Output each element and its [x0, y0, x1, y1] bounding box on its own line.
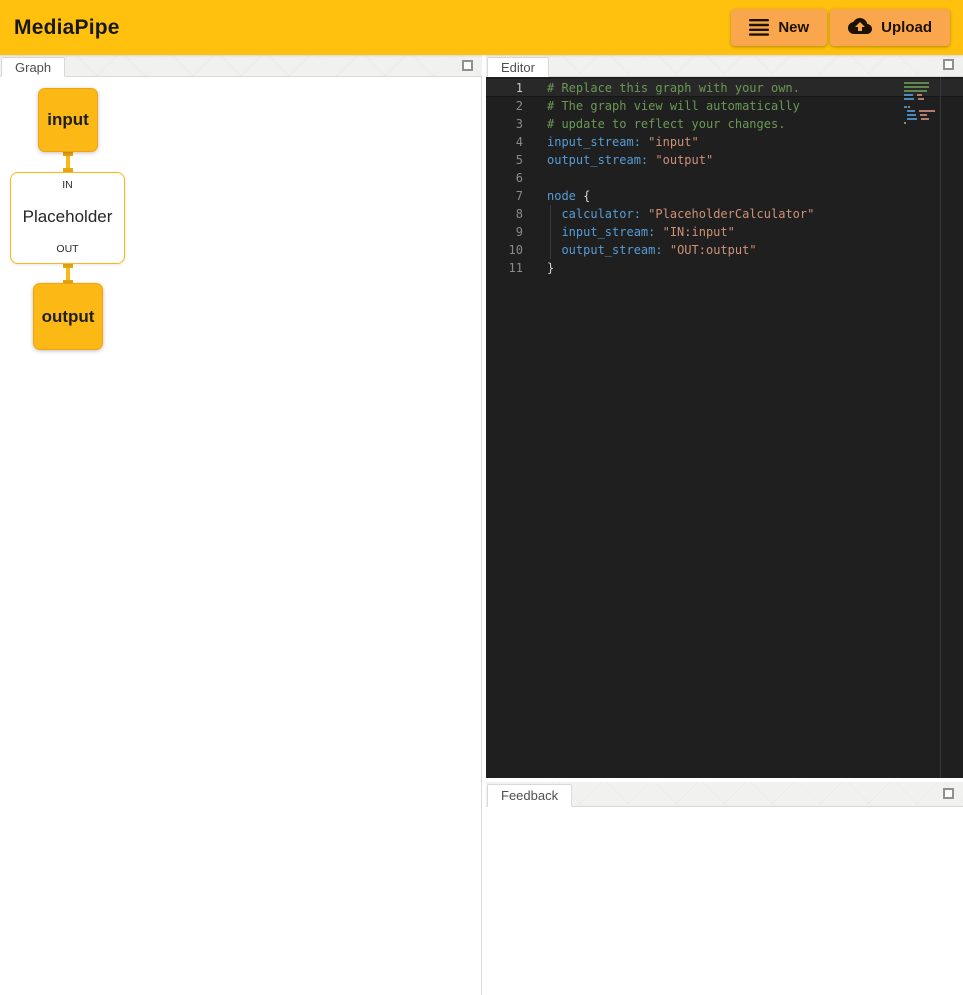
graph-tabstrip: Graph	[0, 55, 482, 77]
code-line: 2# The graph view will automatically	[486, 97, 963, 115]
code-line: 10 output_stream: "OUT:output"	[486, 241, 963, 259]
code-line: 5output_stream: "output"	[486, 151, 963, 169]
code-lines: 1# Replace this graph with your own.2# T…	[486, 79, 963, 277]
app-header: MediaPipe New Upload	[0, 0, 963, 55]
upload-button-label: Upload	[881, 19, 932, 36]
code-line: 8 calculator: "PlaceholderCalculator"	[486, 205, 963, 223]
graph-maximize-icon[interactable]	[462, 60, 473, 71]
feedback-content	[486, 807, 963, 995]
node-input[interactable]: input	[38, 88, 98, 152]
port-in-label: IN	[62, 179, 73, 191]
header-actions: New Upload	[731, 9, 950, 46]
editor-tabstrip: Editor	[486, 55, 963, 77]
app-title: MediaPipe	[14, 16, 120, 40]
new-button-label: New	[778, 19, 809, 36]
editor-maximize-icon[interactable]	[943, 59, 954, 70]
reorder-icon	[749, 19, 769, 36]
feedback-tabstrip: Feedback	[486, 782, 963, 807]
feedback-maximize-icon[interactable]	[943, 788, 954, 799]
node-output[interactable]: output	[33, 283, 103, 350]
code-line: 1# Replace this graph with your own.	[486, 79, 963, 97]
cloud-upload-icon	[848, 18, 872, 38]
new-button[interactable]: New	[731, 9, 827, 46]
overview-ruler	[940, 77, 941, 778]
feedback-panel: Feedback	[486, 782, 963, 995]
node-output-label: output	[42, 307, 95, 327]
code-line: 11}	[486, 259, 963, 277]
port-out-label: OUT	[56, 243, 78, 255]
graph-panel: Graph input IN Placeholder OUT output	[0, 55, 482, 995]
tab-graph[interactable]: Graph	[1, 57, 65, 77]
minimap[interactable]	[904, 82, 938, 126]
node-placeholder[interactable]: IN Placeholder OUT	[10, 172, 125, 264]
upload-button[interactable]: Upload	[830, 9, 950, 46]
code-line: 6	[486, 169, 963, 187]
node-placeholder-label: Placeholder	[23, 207, 113, 227]
editor-panel: Editor 1# Replace this graph with your o…	[486, 55, 963, 778]
code-line: 7node {	[486, 187, 963, 205]
code-line: 4input_stream: "input"	[486, 133, 963, 151]
tab-feedback[interactable]: Feedback	[487, 784, 572, 807]
tab-editor[interactable]: Editor	[487, 57, 549, 77]
code-line: 3# update to reflect your changes.	[486, 115, 963, 133]
code-editor[interactable]: 1# Replace this graph with your own.2# T…	[486, 77, 963, 778]
graph-canvas[interactable]: input IN Placeholder OUT output	[0, 77, 482, 995]
code-line: 9 input_stream: "IN:input"	[486, 223, 963, 241]
node-input-label: input	[47, 110, 89, 130]
